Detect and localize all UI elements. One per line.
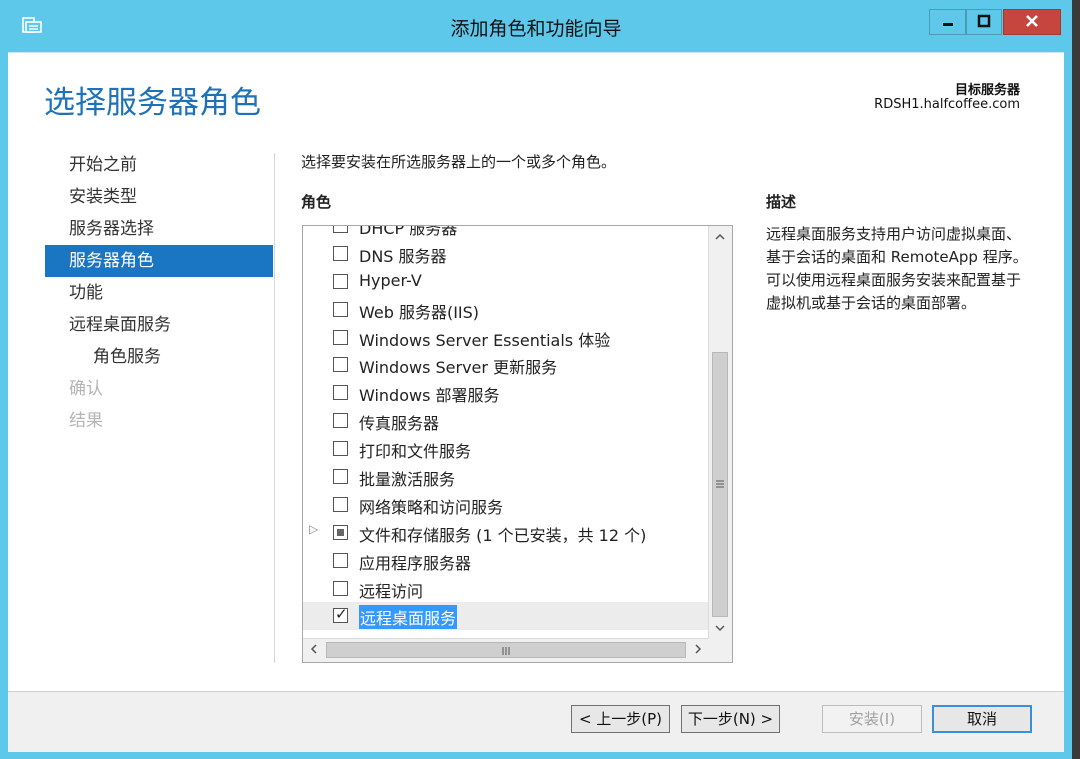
role-checkbox[interactable]	[333, 301, 348, 317]
role-checkbox[interactable]	[333, 226, 348, 233]
vertical-scrollbar[interactable]	[708, 226, 732, 639]
nav-item-confirmation: 确认	[69, 379, 103, 399]
role-checkbox[interactable]	[333, 245, 348, 261]
role-checkbox[interactable]	[333, 496, 348, 512]
nav-item-server-roles[interactable]: 服务器角色	[45, 245, 273, 277]
role-item[interactable]: Windows 部署服务	[303, 379, 710, 407]
nav-divider	[274, 153, 275, 663]
install-button[interactable]: 安装(I)	[822, 705, 922, 733]
roles-list[interactable]: DHCP 服务器 DNS 服务器 Hyper-V Web 服务器(IIS) Wi…	[302, 225, 733, 663]
role-item[interactable]: 远程访问	[303, 575, 710, 603]
role-item[interactable]: Windows Server 更新服务	[303, 351, 710, 379]
role-item[interactable]: Windows Server Essentials 体验	[303, 324, 710, 352]
role-checkbox[interactable]	[333, 441, 348, 457]
title-bar[interactable]: 添加角色和功能向导	[0, 0, 1072, 52]
target-server-name: RDSH1.halfcoffee.com	[874, 97, 1020, 112]
role-label: Windows 部署服务	[359, 386, 500, 406]
chevron-up-icon	[715, 231, 725, 244]
nav-item-features[interactable]: 功能	[45, 277, 273, 309]
role-checkbox[interactable]	[333, 385, 348, 401]
role-checkbox[interactable]	[333, 524, 348, 540]
chevron-down-icon	[715, 622, 725, 635]
role-checkbox[interactable]	[333, 552, 348, 568]
role-checkbox[interactable]	[333, 357, 348, 373]
wizard-nav: 开始之前 安装类型 服务器选择 服务器角色 功能 远程桌面服务 角色服务 确认 …	[45, 149, 273, 437]
roles-heading: 角色	[301, 193, 332, 211]
role-label: 批量激活服务	[359, 470, 456, 490]
previous-button[interactable]: < 上一步(P)	[571, 705, 670, 733]
minimize-button[interactable]	[929, 9, 966, 35]
role-checkbox[interactable]	[333, 413, 348, 429]
wizard-window: 添加角色和功能向导 选择服务器角色 目标服务器 RDSH1.halfcoffee…	[0, 0, 1072, 759]
cancel-button[interactable]: 取消	[932, 705, 1032, 733]
close-button[interactable]	[1003, 9, 1061, 35]
description-text: 远程桌面服务支持用户访问虚拟桌面、基于会话的桌面和 RemoteApp 程序。可…	[766, 225, 1028, 312]
role-label: Windows Server Essentials 体验	[359, 330, 611, 350]
wizard-footer: < 上一步(P) 下一步(N) > 安装(I) 取消	[8, 692, 1064, 752]
target-server-label: 目标服务器	[954, 83, 1020, 98]
nav-item-remote-desktop-services[interactable]: 远程桌面服务	[45, 309, 273, 341]
role-checkbox[interactable]	[333, 580, 348, 596]
window-title: 添加角色和功能向导	[450, 18, 622, 40]
role-item[interactable]: DNS 服务器	[303, 240, 710, 268]
role-label: 网络策略和访问服务	[359, 497, 504, 517]
expand-triangle-icon[interactable]: ▷	[309, 522, 318, 536]
horizontal-scroll-thumb[interactable]	[326, 642, 686, 658]
role-checkbox[interactable]	[333, 329, 348, 345]
role-label: DHCP 服务器	[359, 225, 458, 238]
role-checkbox[interactable]	[333, 469, 348, 485]
minimize-icon	[941, 13, 955, 32]
role-item[interactable]: DHCP 服务器	[303, 225, 710, 240]
role-item[interactable]: Web 服务器(IIS)	[303, 296, 710, 324]
role-item-selected[interactable]: 远程桌面服务	[303, 602, 710, 631]
scroll-right-button[interactable]	[687, 639, 709, 661]
role-label: 传真服务器	[359, 414, 440, 434]
role-item[interactable]: ▷ 文件和存储服务 (1 个已安装，共 12 个)	[303, 519, 710, 547]
description-heading: 描述	[766, 193, 797, 211]
role-item[interactable]: 应用程序服务器	[303, 547, 710, 575]
close-icon	[1025, 13, 1039, 32]
chevron-right-icon	[694, 643, 702, 657]
roles-rows: DHCP 服务器 DNS 服务器 Hyper-V Web 服务器(IIS) Wi…	[303, 225, 710, 631]
maximize-icon	[977, 13, 991, 32]
nav-item-role-services[interactable]: 角色服务	[45, 341, 273, 373]
nav-item-server-selection[interactable]: 服务器选择	[45, 213, 273, 245]
role-label: 打印和文件服务	[359, 442, 472, 462]
scroll-up-button[interactable]	[709, 226, 731, 248]
nav-item-before-you-begin[interactable]: 开始之前	[45, 149, 273, 181]
next-button[interactable]: 下一步(N) >	[681, 705, 780, 733]
role-checkbox[interactable]	[333, 273, 348, 289]
role-checkbox-checked[interactable]	[333, 605, 348, 624]
role-label: Web 服务器(IIS)	[359, 302, 480, 322]
role-label: 文件和存储服务 (1 个已安装，共 12 个)	[359, 525, 647, 545]
nav-item-results: 结果	[69, 411, 103, 431]
role-item[interactable]: 网络策略和访问服务	[303, 491, 710, 519]
role-label: 远程桌面服务	[359, 605, 458, 630]
role-label: 远程访问	[359, 581, 424, 601]
page-title: 选择服务器角色	[44, 85, 261, 121]
role-item[interactable]: 批量激活服务	[303, 463, 710, 491]
horizontal-scrollbar[interactable]	[303, 638, 709, 662]
role-label: Hyper-V	[359, 270, 422, 290]
role-label: DNS 服务器	[359, 246, 447, 266]
role-item[interactable]: 打印和文件服务	[303, 435, 710, 463]
maximize-button[interactable]	[966, 9, 1002, 35]
vertical-scroll-thumb[interactable]	[712, 352, 728, 617]
scroll-left-button[interactable]	[303, 639, 325, 661]
role-label: Windows Server 更新服务	[359, 358, 558, 378]
role-label: 应用程序服务器	[359, 553, 472, 573]
nav-item-installation-type[interactable]: 安装类型	[45, 181, 273, 213]
grip-icon	[327, 643, 685, 662]
chevron-left-icon	[310, 643, 318, 657]
wizard-body: 选择服务器角色 目标服务器 RDSH1.halfcoffee.com 开始之前 …	[8, 52, 1064, 752]
role-item[interactable]: 传真服务器	[303, 407, 710, 435]
instruction-text: 选择要安装在所选服务器上的一个或多个角色。	[301, 153, 617, 171]
scrollbar-corner	[709, 639, 732, 662]
scroll-down-button[interactable]	[709, 617, 731, 639]
role-item[interactable]: Hyper-V	[303, 268, 710, 296]
